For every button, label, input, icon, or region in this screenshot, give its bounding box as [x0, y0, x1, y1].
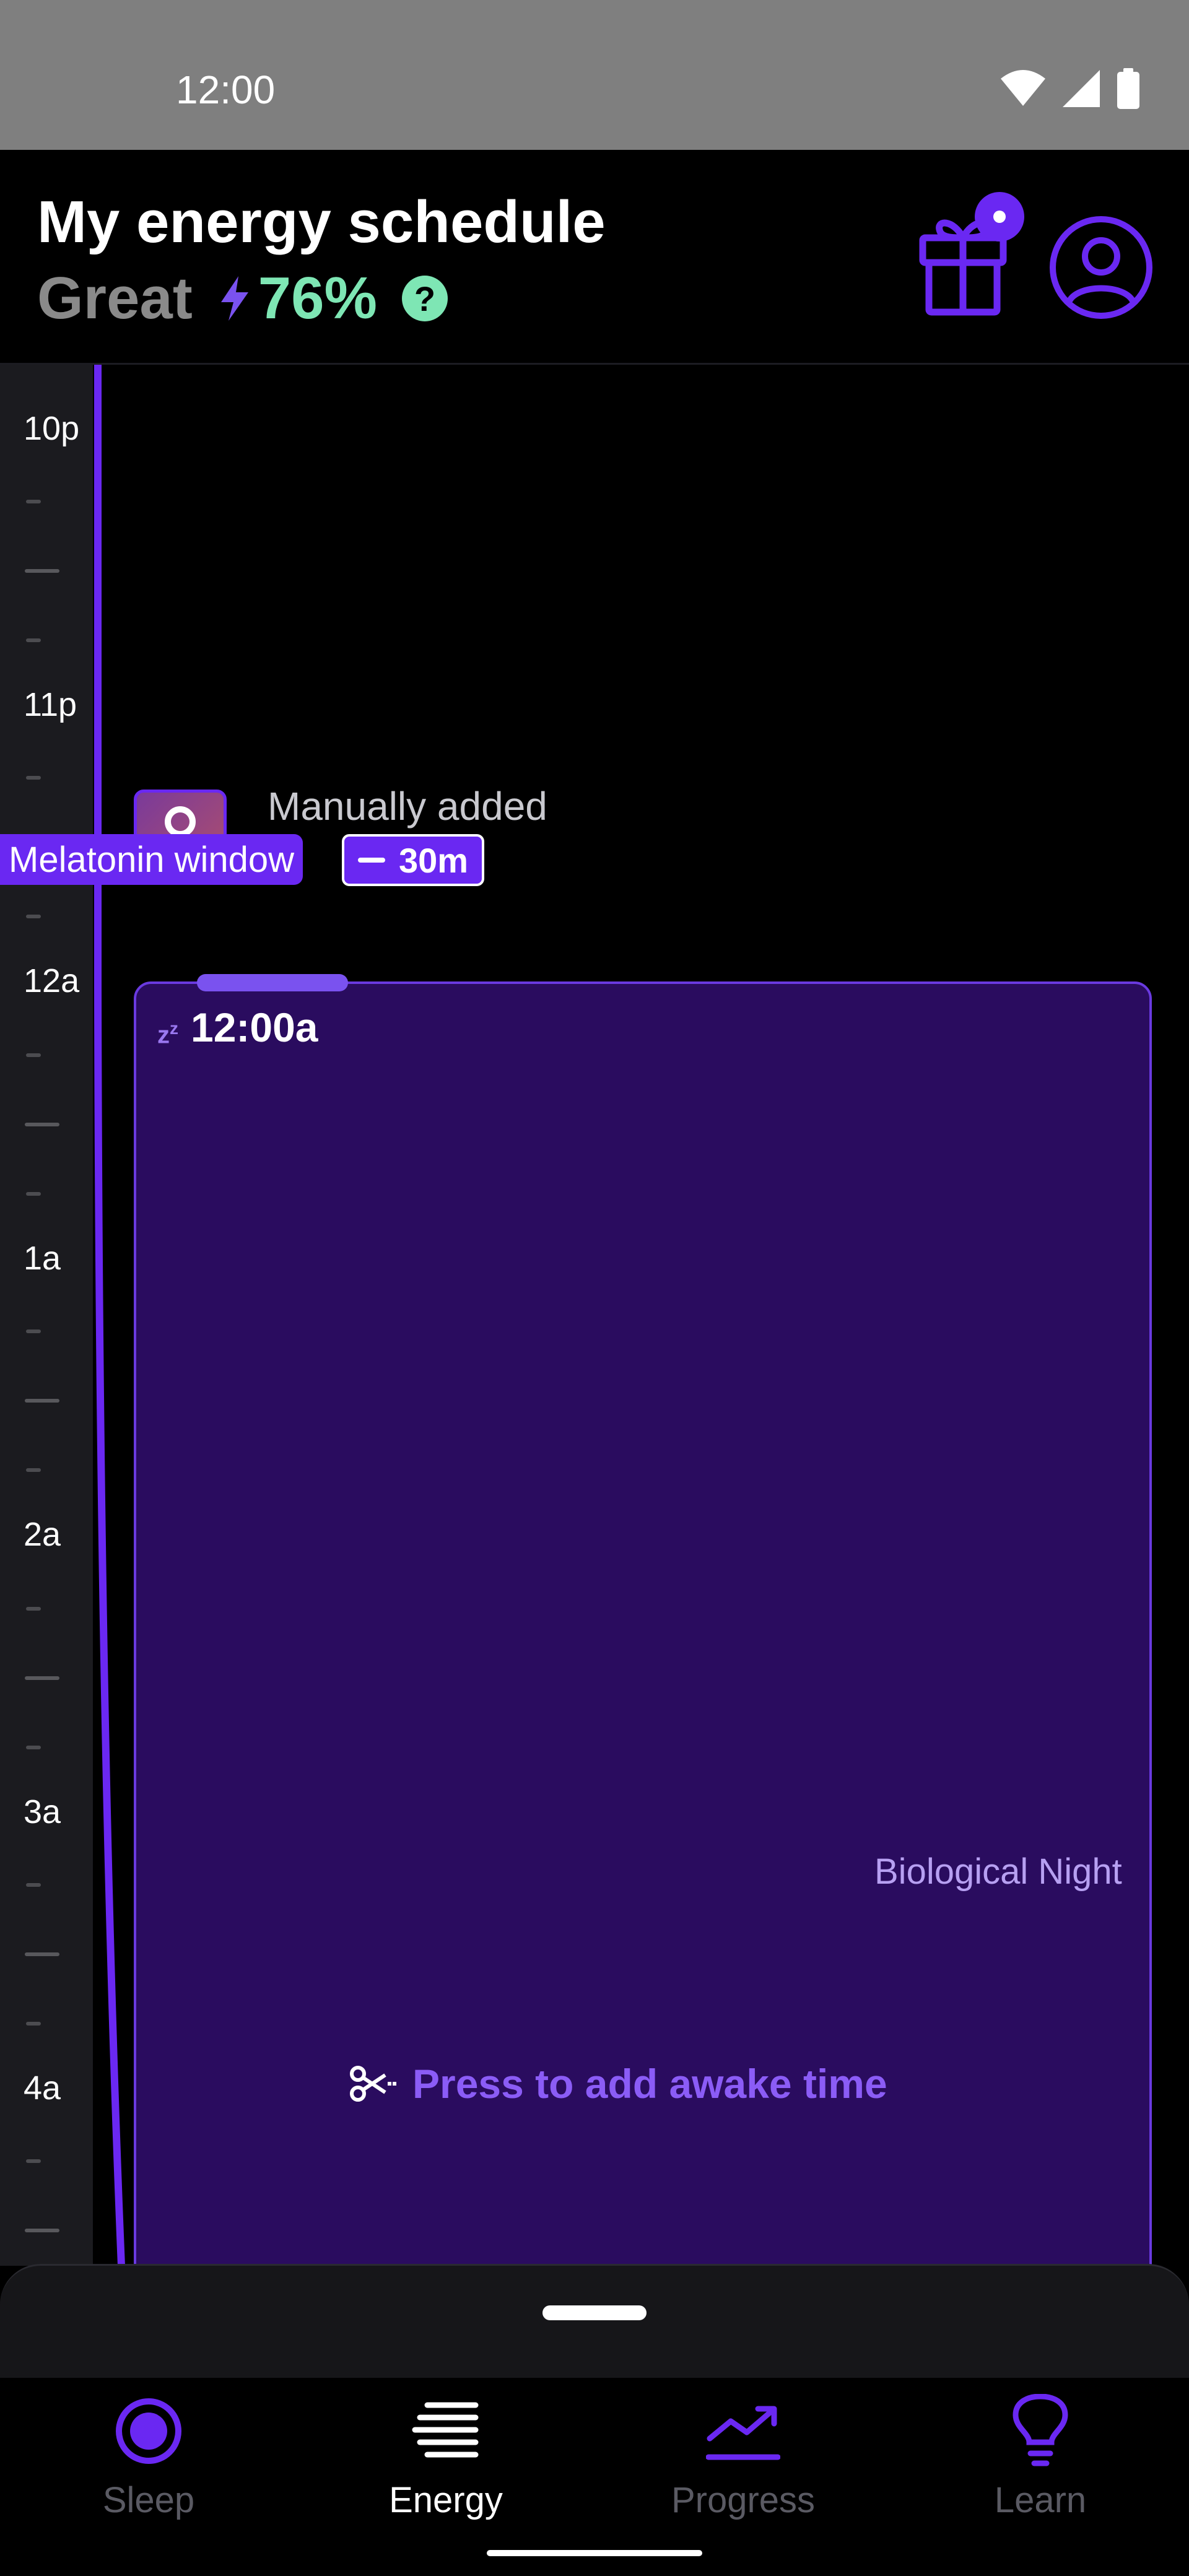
nav-label-energy: Energy	[389, 2480, 503, 2520]
wifi-icon	[1001, 70, 1045, 106]
melatonin-duration-value: 30m	[399, 840, 469, 880]
nav-label-learn: Learn	[994, 2480, 1087, 2520]
add-awake-time-button[interactable]: Press to add awake time	[349, 2060, 887, 2107]
sleep-start: zz 12:00a	[157, 1004, 318, 1051]
sleep-start-drag-handle[interactable]	[197, 974, 348, 991]
nav-label-progress: Progress	[671, 2480, 816, 2520]
status-bar: 12:00	[0, 0, 1189, 150]
progress-trend-icon	[706, 2394, 780, 2468]
notification-badge	[975, 192, 1024, 242]
nav-item-energy[interactable]: Energy	[297, 2394, 594, 2543]
sleep-zz-icon: zz	[157, 1018, 178, 1048]
signal-icon	[1063, 70, 1100, 107]
bottom-nav: Sleep Energy Progress Learn	[0, 2378, 1189, 2576]
profile-button[interactable]	[1049, 215, 1153, 320]
biological-night-label: Biological Night	[874, 1852, 1122, 1892]
energy-summary: Great 76% ?	[37, 261, 448, 336]
bolt-icon	[217, 276, 252, 321]
help-icon[interactable]: ?	[401, 276, 448, 321]
energy-curve-line	[94, 365, 125, 2266]
nav-label-sleep: Sleep	[102, 2480, 195, 2520]
bottom-sheet[interactable]	[0, 2264, 1189, 2378]
nav-item-progress[interactable]: Progress	[594, 2394, 892, 2543]
nav-item-learn[interactable]: Learn	[892, 2394, 1189, 2543]
melatonin-window-tag[interactable]: Melatonin window	[0, 834, 303, 885]
nav-item-sleep[interactable]: Sleep	[0, 2394, 297, 2543]
sleep-start-time: 12:00a	[191, 1004, 318, 1050]
gesture-navigation-bar[interactable]	[487, 2550, 702, 2556]
page-title: My energy schedule	[37, 189, 606, 255]
sleep-icon	[111, 2394, 186, 2468]
lightbulb-icon	[1003, 2394, 1078, 2468]
battery-icon	[1117, 68, 1139, 109]
status-time: 12:00	[176, 67, 276, 112]
manual-entry-label: Manually added	[268, 784, 547, 829]
profile-icon	[1050, 216, 1152, 319]
add-awake-time-label: Press to add awake time	[412, 2061, 887, 2107]
energy-list-icon	[409, 2394, 483, 2468]
bottom-sheet-drag-handle[interactable]	[542, 2305, 647, 2320]
scissors-icon	[350, 2066, 396, 2102]
melatonin-duration-badge[interactable]: 30m	[342, 834, 485, 886]
header: My energy schedule Great 76% ?	[0, 150, 1189, 365]
energy-level-label: Great	[37, 265, 193, 331]
energy-timeline[interactable]: 10p 11p 12a 1a 2a 3a 4a Manually added M…	[0, 365, 1189, 2266]
energy-percent: 76%	[258, 265, 377, 331]
status-icons	[1001, 68, 1139, 109]
minus-icon	[358, 858, 385, 863]
